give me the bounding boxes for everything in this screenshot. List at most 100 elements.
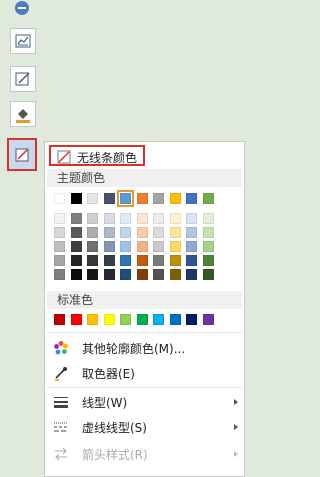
edit-shape-button[interactable] (10, 66, 36, 92)
theme-shade-swatch[interactable] (186, 241, 197, 252)
theme-shade-swatch[interactable] (186, 269, 197, 280)
more-outline-colors-item[interactable]: 其他轮廓颜色(M)... (45, 337, 244, 359)
standard-color-swatch[interactable] (186, 314, 197, 325)
theme-shade-swatch[interactable] (137, 269, 148, 280)
color-wheel-icon (54, 341, 68, 355)
theme-color-swatch[interactable] (104, 193, 115, 204)
theme-shade-swatch[interactable] (186, 213, 197, 224)
theme-shade-swatch[interactable] (120, 241, 131, 252)
theme-shade-swatch[interactable] (54, 269, 65, 280)
paint-bucket-icon (16, 109, 30, 123)
theme-shade-swatch[interactable] (170, 269, 181, 280)
standard-colors-header: 标准色 (47, 291, 242, 309)
theme-shade-swatch[interactable] (87, 241, 98, 252)
theme-color-swatch[interactable] (186, 193, 197, 204)
theme-colors-header: 主题颜色 (47, 169, 242, 187)
submenu-arrow-icon (234, 424, 238, 430)
theme-shade-swatch[interactable] (170, 227, 181, 238)
theme-shade-swatch[interactable] (104, 227, 115, 238)
theme-color-swatch[interactable] (137, 193, 148, 204)
theme-shade-swatch[interactable] (104, 241, 115, 252)
theme-shade-swatch[interactable] (170, 241, 181, 252)
theme-shade-swatch[interactable] (120, 255, 131, 266)
standard-color-swatch[interactable] (137, 314, 148, 325)
theme-color-swatch[interactable] (170, 193, 181, 204)
standard-color-swatch[interactable] (71, 314, 82, 325)
theme-shade-swatch[interactable] (54, 213, 65, 224)
theme-shade-swatch[interactable] (87, 255, 98, 266)
theme-shade-swatch[interactable] (203, 269, 214, 280)
line-weight-label: 线型(W) (82, 396, 128, 410)
theme-shade-swatch[interactable] (54, 241, 65, 252)
submenu-arrow-icon (234, 451, 238, 457)
theme-shade-swatch[interactable] (87, 227, 98, 238)
outline-color-menu: 无线条颜色 主题颜色 标准色 其他轮廓颜色(M)... 取色器(E) 线型(W)… (44, 141, 245, 477)
standard-color-swatch[interactable] (153, 314, 164, 325)
dash-style-item[interactable]: 虚线线型(S) (45, 416, 244, 438)
standard-color-swatch[interactable] (120, 314, 131, 325)
theme-shade-swatch[interactable] (71, 255, 82, 266)
theme-shade-swatch[interactable] (71, 213, 82, 224)
theme-shade-swatch[interactable] (203, 227, 214, 238)
theme-shade-swatch[interactable] (120, 269, 131, 280)
fill-color-button[interactable] (10, 101, 36, 127)
theme-shade-swatch[interactable] (71, 227, 82, 238)
theme-shade-swatch[interactable] (153, 269, 164, 280)
no-outline-color-item[interactable]: 无线条颜色 (49, 145, 145, 166)
theme-shade-swatch[interactable] (71, 241, 82, 252)
standard-color-swatch[interactable] (104, 314, 115, 325)
theme-shade-swatch[interactable] (54, 227, 65, 238)
line-weight-item[interactable]: 线型(W) (45, 391, 244, 413)
standard-color-swatch[interactable] (54, 314, 65, 325)
edit-shape-icon (15, 72, 30, 86)
no-color-icon (57, 150, 71, 164)
theme-shade-swatch[interactable] (137, 255, 148, 266)
theme-color-swatch[interactable] (153, 193, 164, 204)
theme-shade-swatch[interactable] (203, 255, 214, 266)
line-weight-icon (54, 397, 68, 408)
standard-color-swatch[interactable] (203, 314, 214, 325)
theme-color-swatch[interactable] (71, 193, 82, 204)
theme-shade-swatch[interactable] (153, 241, 164, 252)
eyedropper-icon (55, 367, 67, 381)
theme-shade-swatch[interactable] (203, 241, 214, 252)
theme-color-swatch[interactable] (117, 190, 134, 207)
theme-shade-swatch[interactable] (203, 213, 214, 224)
theme-shade-swatch[interactable] (120, 213, 131, 224)
theme-shade-swatch[interactable] (120, 227, 131, 238)
theme-shade-swatch[interactable] (153, 213, 164, 224)
dash-style-label: 虚线线型(S) (82, 421, 147, 435)
outline-pen-icon (15, 148, 29, 162)
theme-shade-swatch[interactable] (153, 227, 164, 238)
theme-shade-swatch[interactable] (104, 213, 115, 224)
theme-shade-swatch[interactable] (87, 213, 98, 224)
theme-shade-swatch[interactable] (87, 269, 98, 280)
theme-shade-swatch[interactable] (104, 255, 115, 266)
outline-color-button[interactable] (7, 138, 37, 171)
theme-shade-swatch[interactable] (54, 255, 65, 266)
theme-color-swatch[interactable] (87, 193, 98, 204)
eyedropper-item[interactable]: 取色器(E) (45, 362, 244, 384)
arrow-style-item[interactable]: 箭头样式(R) (45, 443, 244, 465)
theme-shade-swatch[interactable] (104, 269, 115, 280)
theme-shade-swatch[interactable] (186, 227, 197, 238)
arrow-style-icon (55, 447, 67, 461)
menu-divider (47, 332, 242, 333)
more-outline-colors-label: 其他轮廓颜色(M)... (82, 342, 186, 356)
menu-divider (47, 387, 242, 388)
theme-shade-swatch[interactable] (153, 255, 164, 266)
theme-color-swatch[interactable] (203, 193, 214, 204)
theme-shade-swatch[interactable] (137, 241, 148, 252)
theme-color-swatch[interactable] (54, 193, 65, 204)
chart-style-button[interactable] (10, 28, 36, 54)
theme-shade-swatch[interactable] (186, 255, 197, 266)
theme-shade-swatch[interactable] (71, 269, 82, 280)
theme-shade-swatch[interactable] (170, 255, 181, 266)
theme-shade-swatch[interactable] (170, 213, 181, 224)
collapse-button[interactable] (15, 1, 29, 15)
standard-color-swatch[interactable] (170, 314, 181, 325)
theme-shade-swatch[interactable] (137, 227, 148, 238)
standard-color-swatch[interactable] (87, 314, 98, 325)
theme-shade-swatch[interactable] (137, 213, 148, 224)
submenu-arrow-icon (234, 399, 238, 405)
